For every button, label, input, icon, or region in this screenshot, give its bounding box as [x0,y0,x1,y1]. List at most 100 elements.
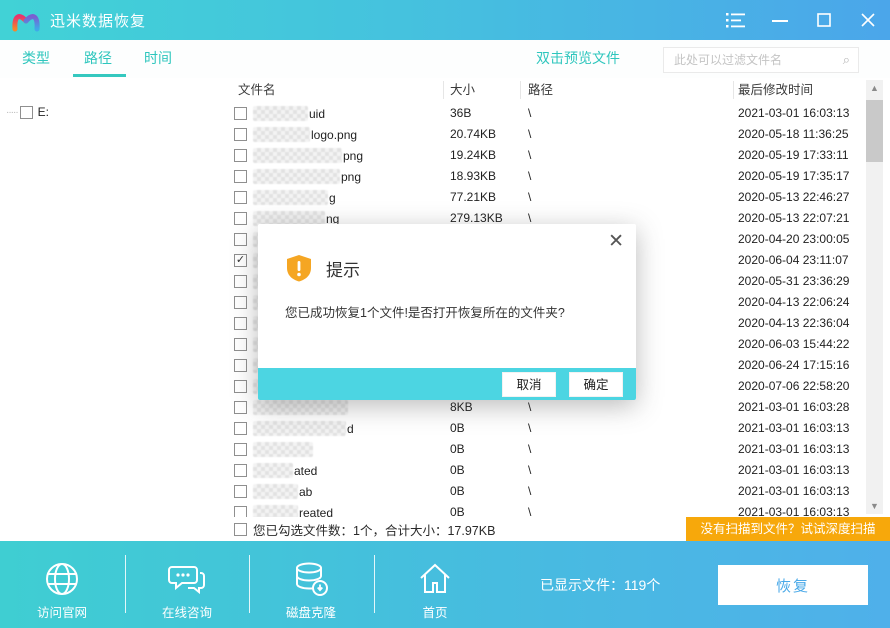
file-path: \ [528,166,531,187]
file-size: 0B [450,481,465,502]
table-row[interactable]: uid36B\2021-03-01 16:03:13 [230,103,866,124]
row-checkbox[interactable] [234,128,247,141]
toolbar-item-consult[interactable]: 在线咨询 [137,561,237,621]
column-separator [520,81,521,99]
dialog-header: 提示 [286,254,360,282]
tab-type[interactable]: 类型 [22,40,50,77]
redacted-name-block [253,148,342,163]
row-checkbox[interactable] [234,275,247,288]
close-icon[interactable] [846,0,890,40]
menu-list-icon[interactable] [714,0,758,40]
row-checkbox[interactable] [234,338,247,351]
column-separator [443,81,444,99]
row-checkbox[interactable] [234,233,247,246]
selection-summary: 您已勾选文件数：1个，合计大小：17.97KB [253,520,495,539]
file-name [253,439,314,460]
tab-time[interactable]: 时间 [144,40,172,77]
drive-tree-panel: ····· E: [0,78,231,541]
file-modified: 2020-07-06 22:58:20 [738,376,849,397]
column-separator [733,81,734,99]
drive-checkbox[interactable] [20,106,33,119]
row-checkbox[interactable] [234,380,247,393]
col-filename[interactable]: 文件名 [238,78,276,103]
file-modified: 2020-05-13 22:46:27 [738,187,849,208]
file-modified: 2021-03-01 16:03:13 [738,103,849,124]
table-row[interactable]: 8KB\2021-03-01 16:03:28 [230,397,866,418]
file-name [253,397,349,418]
row-checkbox[interactable] [234,107,247,120]
col-modified[interactable]: 最后修改时间 [738,78,813,103]
file-name: d [253,418,354,439]
row-checkbox[interactable] [234,254,247,267]
table-row[interactable]: d0B\2021-03-01 16:03:13 [230,418,866,439]
tree-item-drive-e[interactable]: ····· E: [6,105,49,119]
row-checkbox[interactable] [234,359,247,372]
table-row[interactable]: reated0B\2021-03-01 16:03:13 [230,502,866,517]
cancel-button[interactable]: 取消 [502,372,556,397]
row-checkbox[interactable] [234,422,247,435]
ok-button[interactable]: 确定 [569,372,623,397]
dialog-footer: 取消 确定 [258,368,636,400]
deep-scan-banner[interactable]: 没有扫描到文件？试试深度扫描 [686,517,890,541]
toolbar-item-home[interactable]: 首页 [385,561,485,621]
minimize-icon[interactable] [758,0,802,40]
table-row[interactable]: png19.24KB\2020-05-19 17:33:11 [230,145,866,166]
redacted-name-block [253,442,313,457]
home-icon [417,561,453,597]
row-checkbox[interactable] [234,170,247,183]
toolbar-item-diskclone[interactable]: 磁盘克隆 [261,561,361,621]
warning-shield-icon [286,254,312,282]
file-name: logo.png [253,124,357,145]
toolbar-item-website[interactable]: 访问官网 [12,561,112,621]
toolbar-label: 访问官网 [37,602,87,621]
dialog-message: 您已成功恢复1个文件!是否打开恢复所在的文件夹? [285,302,565,321]
table-row[interactable]: ab0B\2021-03-01 16:03:13 [230,481,866,502]
row-checkbox[interactable] [234,212,247,225]
recovery-dialog: ✕ 提示 您已成功恢复1个文件!是否打开恢复所在的文件夹? 取消 确定 [258,224,636,400]
table-row[interactable]: g77.21KB\2020-05-13 22:46:27 [230,187,866,208]
table-row[interactable]: png18.93KB\2020-05-19 17:35:17 [230,166,866,187]
file-size: 77.21KB [450,187,496,208]
file-path: \ [528,103,531,124]
table-scrollbar[interactable]: ▲ ▼ [866,80,883,514]
scroll-up-icon[interactable]: ▲ [866,80,883,96]
file-size: 19.24KB [450,145,496,166]
row-checkbox[interactable] [234,191,247,204]
dialog-title: 提示 [326,256,360,281]
file-name-suffix: logo.png [311,128,357,142]
file-modified: 2020-05-19 17:35:17 [738,166,849,187]
row-checkbox[interactable] [234,317,247,330]
scroll-down-icon[interactable]: ▼ [866,498,883,514]
tab-path[interactable]: 路径 [84,40,112,77]
table-row[interactable]: logo.png20.74KB\2020-05-18 11:36:25 [230,124,866,145]
drive-label: E: [38,105,49,119]
file-modified: 2020-04-20 23:00:05 [738,229,849,250]
maximize-icon[interactable] [802,0,846,40]
file-name-suffix: uid [309,107,325,121]
table-row[interactable]: 0B\2021-03-01 16:03:13 [230,439,866,460]
scrollbar-thumb[interactable] [866,100,883,162]
col-size[interactable]: 大小 [450,78,475,103]
dialog-close-icon[interactable]: ✕ [608,232,624,251]
filter-search-box[interactable]: ⌕ [663,47,859,73]
file-path: \ [528,460,531,481]
file-size: 20.74KB [450,124,496,145]
row-checkbox[interactable] [234,401,247,414]
row-checkbox[interactable] [234,506,247,517]
toolbar-separator [125,555,126,613]
table-row[interactable]: ated0B\2021-03-01 16:03:13 [230,460,866,481]
recover-button[interactable]: 恢复 [718,565,868,605]
row-checkbox[interactable] [234,149,247,162]
search-input[interactable] [664,53,843,67]
row-checkbox[interactable] [234,443,247,456]
file-path: \ [528,124,531,145]
row-checkbox[interactable] [234,296,247,309]
col-path[interactable]: 路径 [528,78,553,103]
row-checkbox[interactable] [234,485,247,498]
select-all-checkbox[interactable] [234,523,247,536]
toolbar-separator [374,555,375,613]
toolbar-label: 磁盘克隆 [286,602,336,621]
row-checkbox[interactable] [234,464,247,477]
file-path: \ [528,187,531,208]
file-size: 0B [450,418,465,439]
